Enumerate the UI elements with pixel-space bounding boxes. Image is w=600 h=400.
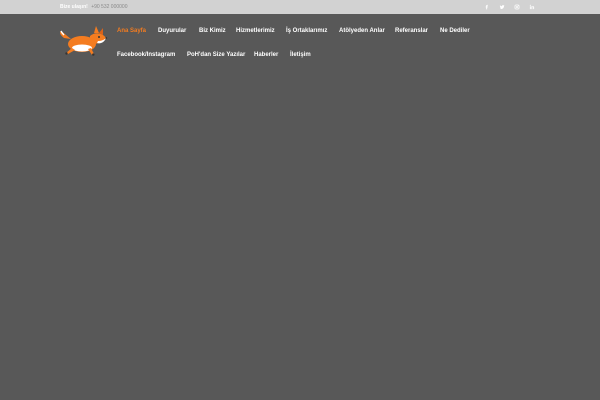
twitter-icon[interactable] (497, 2, 507, 12)
facebook-icon[interactable] (482, 2, 492, 12)
contact-phone[interactable]: +90 532 000000 (91, 4, 127, 10)
nav-item-atolyeden-anlar[interactable]: Atölyeden Anlar (339, 27, 385, 35)
nav-item-ne-dediler[interactable]: Ne Dediler (440, 27, 470, 35)
nav-item-hizmetlerimiz[interactable]: Hizmetlerimiz (236, 27, 275, 35)
nav-item-pohdan-size-yazilar[interactable]: PoH'dan Size Yazılar (187, 51, 245, 59)
nav-item-haberler[interactable]: Haberler (254, 51, 278, 59)
linkedin-icon[interactable] (527, 2, 537, 12)
nav-item-duyurular[interactable]: Duyurular (158, 27, 186, 35)
nav-item-facebook-instagram[interactable]: Facebook/Instagram (117, 51, 175, 59)
instagram-icon[interactable] (512, 2, 522, 12)
nav-item-ana-sayfa[interactable]: Ana Sayfa (117, 27, 146, 35)
nav-item-is-ortaklarimiz[interactable]: İş Ortaklarımız (286, 27, 327, 35)
top-bar: Bize ulaşın! +90 532 000000 (0, 0, 600, 14)
nav-item-biz-kimiz[interactable]: Biz Kimiz (199, 27, 226, 35)
contact-label: Bize ulaşın! (60, 4, 88, 10)
fox-logo-icon[interactable] (58, 24, 110, 58)
nav-item-referanslar[interactable]: Referanslar (395, 27, 428, 35)
nav-item-iletisim[interactable]: İletişim (290, 51, 311, 59)
main-content-area (0, 72, 600, 400)
contact-info: Bize ulaşın! +90 532 000000 (60, 4, 127, 10)
